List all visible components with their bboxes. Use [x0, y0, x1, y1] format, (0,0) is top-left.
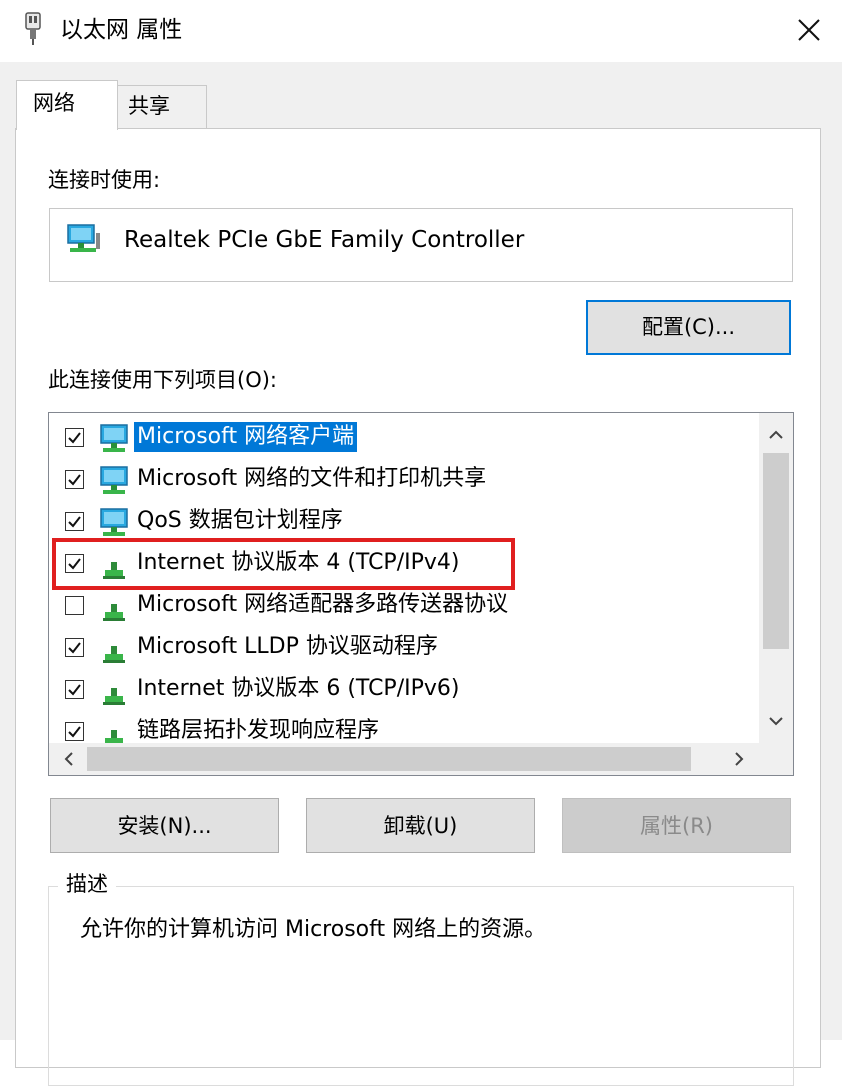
list-item[interactable]: Microsoft LLDP 协议驱动程序: [49, 627, 759, 669]
properties-button: 属性(R): [562, 798, 791, 853]
uninstall-button[interactable]: 卸载(U): [306, 798, 535, 853]
network-service-icon: [100, 508, 128, 536]
check-icon: [68, 558, 81, 570]
item-label: Microsoft 网络客户端: [134, 422, 358, 452]
protocol-icon: [103, 646, 125, 663]
scroll-up-icon[interactable]: [759, 417, 793, 453]
network-adapter-icon: [67, 224, 100, 252]
item-checkbox[interactable]: [65, 470, 84, 489]
horizontal-scroll-thumb[interactable]: [87, 747, 691, 771]
check-icon: [68, 642, 81, 654]
protocol-icon: [103, 604, 125, 621]
item-checkbox[interactable]: [65, 722, 84, 741]
item-checkbox[interactable]: [65, 638, 84, 657]
items-list: Microsoft 网络客户端 Microsoft 网络的文件和打印机共享 QoS …: [48, 412, 794, 776]
tab-sharing[interactable]: 共享: [117, 85, 207, 128]
network-client-icon: [100, 424, 128, 452]
item-label: Microsoft 网络的文件和打印机共享: [137, 466, 487, 491]
close-icon: [798, 19, 820, 41]
scroll-down-icon[interactable]: [759, 703, 793, 739]
list-item[interactable]: Microsoft 网络的文件和打印机共享: [49, 459, 759, 501]
item-label: 链路层拓扑发现响应程序: [137, 718, 380, 743]
close-button[interactable]: [776, 0, 842, 62]
adapter-box: Realtek PCIe GbE Family Controller: [49, 208, 793, 282]
scroll-right-icon[interactable]: [721, 743, 757, 775]
description-text: 允许你的计算机访问 Microsoft 网络上的资源。: [80, 917, 547, 942]
check-icon: [68, 474, 81, 486]
item-label: QoS 数据包计划程序: [137, 508, 343, 533]
items-label: 此连接使用下列项目(O):: [48, 368, 277, 392]
check-icon: [68, 726, 81, 738]
title-bar: 以太网 属性: [0, 0, 842, 62]
item-checkbox[interactable]: [65, 554, 84, 573]
list-item[interactable]: Microsoft 网络适配器多路传送器协议: [49, 585, 759, 627]
protocol-icon: [103, 688, 125, 705]
check-icon: [68, 684, 81, 696]
horizontal-scrollbar[interactable]: [49, 743, 793, 775]
protocol-icon: [103, 562, 125, 579]
list-item[interactable]: Microsoft 网络客户端: [49, 417, 759, 459]
scroll-left-icon[interactable]: [51, 743, 87, 775]
item-label: Microsoft LLDP 协议驱动程序: [137, 634, 438, 659]
item-checkbox[interactable]: [65, 596, 84, 615]
description-legend: 描述: [58, 870, 116, 898]
check-icon: [68, 516, 81, 528]
tab-network[interactable]: 网络: [16, 80, 118, 130]
install-button[interactable]: 安装(N)...: [50, 798, 279, 853]
vertical-scrollbar[interactable]: [759, 413, 793, 743]
network-service-icon: [100, 466, 128, 494]
item-label: Microsoft 网络适配器多路传送器协议: [137, 592, 509, 617]
list-item[interactable]: Internet 协议版本 4 (TCP/IPv4): [49, 543, 759, 585]
window-title: 以太网 属性: [60, 17, 183, 43]
vertical-scroll-thumb[interactable]: [763, 453, 789, 649]
connect-using-label: 连接时使用:: [48, 168, 161, 192]
item-checkbox[interactable]: [65, 428, 84, 447]
configure-button[interactable]: 配置(C)...: [586, 300, 791, 355]
item-label: Internet 协议版本 6 (TCP/IPv6): [137, 676, 460, 701]
check-icon: [68, 432, 81, 444]
item-label: Internet 协议版本 4 (TCP/IPv4): [137, 550, 460, 575]
item-checkbox[interactable]: [65, 680, 84, 699]
list-item[interactable]: QoS 数据包计划程序: [49, 501, 759, 543]
adapter-name: Realtek PCIe GbE Family Controller: [124, 227, 525, 253]
ethernet-adapter-icon: [25, 12, 41, 45]
list-item[interactable]: Internet 协议版本 6 (TCP/IPv6): [49, 669, 759, 711]
item-checkbox[interactable]: [65, 512, 84, 531]
